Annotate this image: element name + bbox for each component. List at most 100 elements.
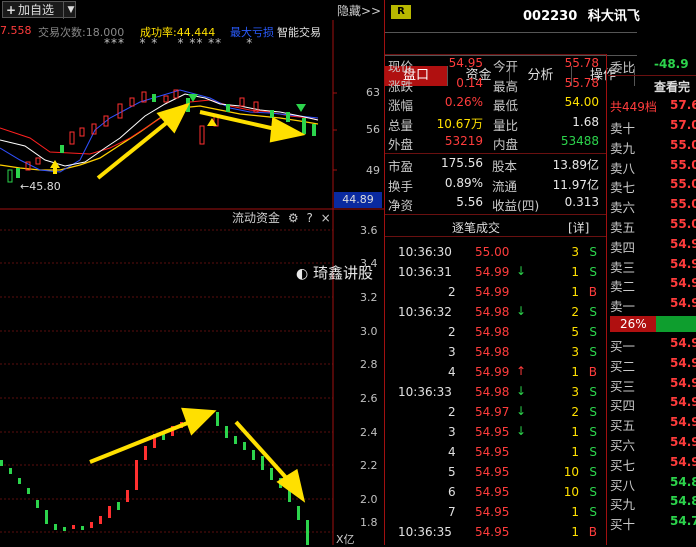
ratio-bar-green [656, 315, 696, 332]
sell-level-label: 卖一 [610, 299, 636, 315]
quote-row: 现价 54.95 今开 55.78 [388, 55, 603, 75]
sell-level-price: 54.9 [670, 296, 696, 311]
buy-level-label: 买三 [610, 378, 636, 394]
buy-level-label: 买四 [610, 398, 636, 414]
book-title[interactable]: 查看完 [654, 78, 690, 95]
plus-icon: + [6, 3, 17, 17]
sell-level-label: 卖十 [610, 121, 636, 136]
tick-side: B [588, 525, 597, 539]
buy-level-price: 54.9 [670, 355, 696, 370]
sell-level-price: 57.0 [670, 118, 696, 132]
add-watchlist-button[interactable]: + 加自选 ▼ [2, 1, 78, 19]
buy-level-price: 54.8 [670, 494, 696, 509]
sell-level-price: 55.0 [670, 216, 696, 231]
watermark-text: 琦鑫讲股 [313, 264, 374, 282]
tick-price: 54.98 [475, 305, 510, 319]
sell-level-label: 卖八 [610, 160, 636, 176]
book-total-label: 共449档 [610, 100, 657, 114]
sell-level-price: 55.0 [670, 157, 696, 172]
tick-price: 54.99 [475, 285, 510, 299]
tick-row: 10:36:35 54.95 1 B [388, 523, 603, 543]
ticks-list: 10:36:30 55.00 3 S 10:36:31 54.99 ↓ 1 S 2 54.99 1 B 1… [388, 243, 603, 543]
tab-bar: 盘口 资金 分析 操作 [385, 32, 637, 86]
sell-level: 卖二 54.9 [608, 274, 696, 294]
current-price-tag: 44.89 [334, 192, 382, 208]
buy-level-label: 买九 [610, 497, 636, 513]
sell-level: 卖十 57.0 [608, 116, 696, 136]
arrow-up-icon: ↑ [516, 364, 527, 378]
buy-level-price: 54.7 [670, 514, 696, 529]
fundamental-value: 11.97亿 [552, 177, 599, 192]
tick-price: 54.97 [475, 405, 510, 419]
tick-side: S [589, 305, 597, 319]
buy-level-label: 买六 [610, 437, 636, 453]
quote-value: 55.78 [564, 56, 599, 70]
quote-label: 量比 [493, 117, 519, 133]
sell-level-price: 55.0 [670, 137, 696, 152]
ratio-pct: 26% [620, 316, 647, 331]
flow-axis-tick: 1.8 [360, 516, 378, 529]
sell-level-price: 55.0 [670, 197, 696, 212]
tick-time: 3 [448, 345, 456, 359]
hide-button[interactable]: 隐藏>> [337, 2, 381, 19]
quote-label: 内盘 [493, 137, 519, 153]
buy-level-price: 54.9 [670, 375, 696, 390]
tick-time: 10:36:31 [398, 265, 452, 279]
quote-row: 外盘 53219 内盘 53488 [388, 133, 603, 153]
book-title-row[interactable]: 查看完 [608, 76, 696, 96]
tick-row: 2 54.98 5 S [388, 323, 603, 343]
quote-label: 最高 [493, 78, 519, 94]
tick-side: S [589, 505, 597, 519]
quote-label: 今开 [493, 59, 519, 74]
sell-level-price: 54.9 [670, 276, 696, 291]
quote-label: 现价 [388, 59, 414, 74]
tick-qty: 10 [563, 485, 579, 499]
chevron-down-icon[interactable]: ▼ [63, 2, 78, 19]
wb-value: -48.9 [654, 57, 689, 71]
kline-axis-tick: 56 [366, 123, 380, 136]
sell-level: 卖四 54.9 [608, 235, 696, 255]
arrow-down-icon: ↓ [516, 384, 527, 398]
sell-level-price: 54.9 [670, 236, 696, 251]
tick-qty: 2 [571, 305, 579, 319]
sell-level: 卖七 55.0 [608, 175, 696, 195]
quote-value: 0.14 [456, 75, 483, 90]
tick-side: S [589, 325, 597, 339]
sell-level-label: 卖六 [610, 200, 636, 216]
tick-qty: 5 [571, 325, 579, 339]
tick-row: 10:36:33 54.98 ↓ 3 S [388, 383, 603, 403]
book-total-value: 57.6 [670, 98, 696, 112]
tick-row: 6 54.95 10 S [388, 483, 603, 503]
tick-qty: 1 [571, 525, 579, 539]
tick-side: S [589, 245, 597, 259]
fundamental-value: 0.313 [564, 195, 599, 210]
tick-side: S [589, 345, 597, 359]
tick-side: S [589, 405, 597, 419]
fundamental-value: 0.89% [444, 175, 483, 190]
stock-header: 002230 科大讯飞 [523, 5, 640, 24]
fundamental-label: 流通 [492, 178, 518, 194]
buy-level: 买四 54.9 [608, 393, 696, 413]
quote-value: 10.67万 [436, 116, 483, 131]
quote-value: 53219 [444, 134, 483, 149]
sell-level-label: 卖七 [610, 180, 636, 196]
tick-side: S [589, 445, 597, 459]
tick-time: 4 [448, 445, 456, 459]
quote-label: 外盘 [388, 137, 414, 153]
kline-low-value: 45.80 [29, 180, 61, 193]
flow-axis-tick: 2.4 [360, 426, 378, 439]
buy-level: 买一 54.9 [608, 334, 696, 354]
sell-level-price: 55.0 [670, 177, 696, 192]
fundamental-row: 换手 0.89% 流通 11.97亿 [388, 175, 603, 195]
book-divider [606, 54, 607, 545]
buy-level-price: 54.9 [670, 395, 696, 410]
tick-time: 10:36:30 [398, 245, 452, 259]
buy-level: 买七 54.9 [608, 453, 696, 473]
wb-label: 委比 [610, 60, 636, 75]
buy-level-price: 54.8 [670, 474, 696, 489]
fundamental-row: 市盈 175.56 股本 13.89亿 [388, 155, 603, 175]
tick-time: 4 [448, 365, 456, 379]
ticks-detail-link[interactable]: [详] [568, 219, 589, 236]
tick-row: 2 54.97 ↓ 2 S [388, 403, 603, 423]
tick-time: 2 [448, 325, 456, 339]
